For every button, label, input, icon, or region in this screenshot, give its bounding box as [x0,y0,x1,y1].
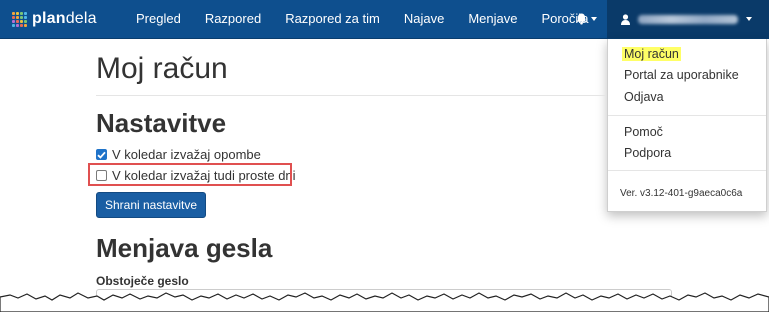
brand-grid-dot [16,15,19,19]
menu-item-odjava[interactable]: Odjava [624,90,664,104]
app-version: Ver. v3.12-401-g9aeca0c6a [620,188,743,199]
brand-grid-dot [12,19,15,23]
brand-logo[interactable]: plandela [12,8,97,30]
brand-grid-dot [16,23,19,27]
menu-item-podpora[interactable]: Podpora [624,146,671,160]
brand-grid-dot [20,11,23,15]
brand-name-dela: dela [65,10,97,27]
nav-item-razpored[interactable]: Razpored [193,0,273,38]
brand-grid-dot [24,19,27,23]
user-menu-toggle[interactable] [607,0,769,38]
menu-item-moj-racun[interactable]: Moj račun [622,47,681,61]
brand-grid-dot [12,15,15,19]
bell-icon [576,13,586,25]
nav-item-pregled[interactable]: Pregled [124,0,193,38]
brand-grid-dot [16,19,19,23]
export-notes-label: V koledar izvažaj opombe [112,147,261,162]
notifications-button[interactable] [565,0,607,38]
menu-item-portal[interactable]: Portal za uporabnike [624,68,739,82]
brand-name-plan: plan [32,10,66,27]
password-heading: Menjava gesla [96,233,273,263]
brand-grid-dot [12,11,15,15]
brand-name: plandela [32,10,97,28]
torn-edge-decoration [0,292,769,312]
brand-grid-dot [20,23,23,27]
nav-item-najave[interactable]: Najave [392,0,456,38]
title-divider [96,95,606,96]
chevron-down-icon [746,17,752,21]
save-settings-button[interactable]: Shrani nastavitve [96,192,206,218]
settings-heading: Nastavitve [96,108,227,138]
brand-grid-dot [16,11,19,15]
brand-grid-dot [24,15,27,19]
nav-item-razpored-za-tim[interactable]: Razpored za tim [273,0,392,38]
checkmark-icon [97,151,106,159]
nav-item-menjave[interactable]: Menjave [456,0,529,38]
menu-item-moj-racun-label: Moj račun [622,47,681,61]
menu-divider [608,115,766,116]
nav-right [565,0,769,38]
main-nav: Pregled Razpored Razpored za tim Najave … [124,0,600,38]
top-navbar: plandela Pregled Razpored Razpored za ti… [0,0,769,39]
user-dropdown-menu: Moj račun Portal za uporabnike Odjava Po… [607,39,767,212]
menu-divider [608,170,766,171]
menu-item-pomoc[interactable]: Pomoč [624,125,663,139]
setting-export-notes[interactable]: V koledar izvažaj opombe [96,147,261,162]
page-title: Moj račun [96,52,228,85]
user-icon [621,13,630,25]
export-notes-checkbox[interactable] [96,149,107,160]
brand-grid-dot [20,19,23,23]
chevron-down-icon [590,17,597,21]
user-name-redacted [638,14,738,24]
brand-grid-dot [24,23,27,27]
brand-grid-dot [24,11,27,15]
brand-grid-dot [20,15,23,19]
brand-grid-dot [12,23,15,27]
annotation-highlight-box [88,163,292,186]
brand-grid-icon [12,11,27,27]
